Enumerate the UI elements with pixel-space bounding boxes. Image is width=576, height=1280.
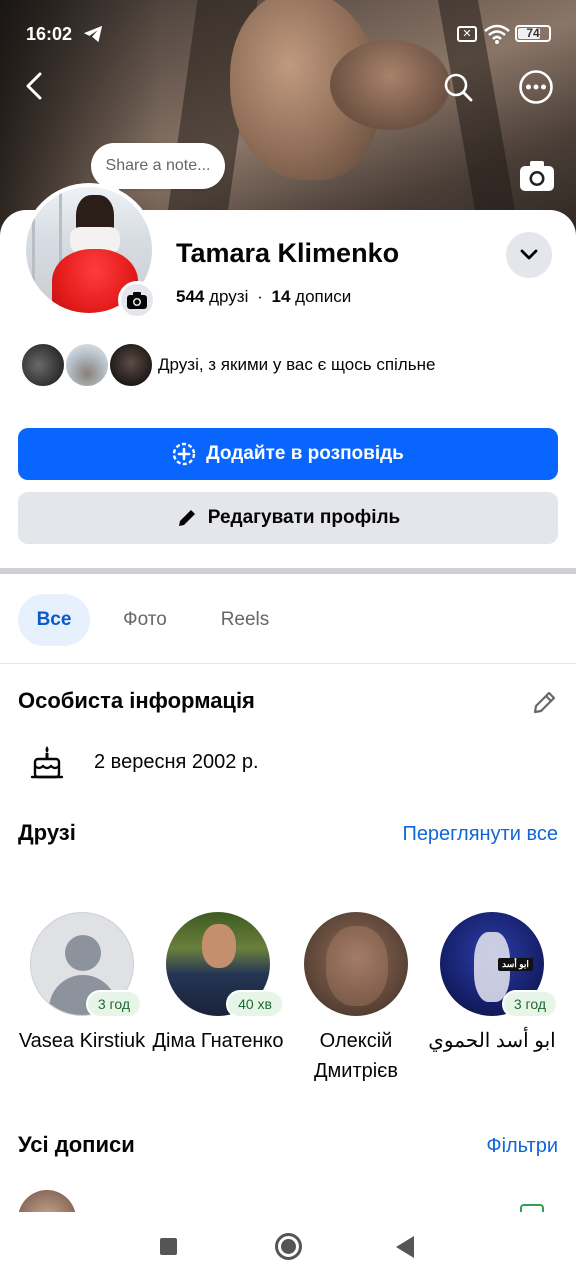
search-icon: [444, 73, 473, 102]
filters-link[interactable]: Фільтри: [440, 1132, 558, 1161]
camera-icon: [127, 291, 147, 309]
tab-photos-label: Фото: [123, 609, 167, 630]
profile-expand-button[interactable]: [506, 232, 552, 278]
share-note-bubble[interactable]: Share a note...: [91, 143, 225, 189]
friends-title: Друзі: [18, 820, 76, 845]
edit-info-button[interactable]: [522, 681, 566, 725]
add-story-icon: [172, 442, 196, 466]
status-bar: 16:02 ✕ 74: [0, 18, 576, 52]
battery-icon: 74: [515, 25, 551, 42]
avatar-text-badge: ابو أسد: [498, 958, 533, 971]
see-all-friends-link[interactable]: Переглянути все: [398, 820, 558, 849]
avatar-placeholder: [65, 935, 101, 971]
add-to-story-label: Додайте в розповідь: [206, 443, 404, 464]
telegram-icon: [83, 25, 103, 43]
edit-cover-button[interactable]: [515, 154, 559, 198]
tab-photos[interactable]: Фото: [104, 594, 186, 646]
friends-label[interactable]: друзі: [209, 287, 248, 306]
profile-counts: 544 друзі · 14 дописи: [176, 287, 351, 307]
profile-name: Tamara Klimenko: [176, 238, 400, 268]
mutual-friend-avatar: [64, 342, 110, 388]
mutual-friends-row[interactable]: Друзі, з якими у вас є щось спільне: [20, 342, 560, 390]
status-time: 16:02: [26, 24, 73, 44]
personal-info-title: Особиста інформація: [18, 688, 255, 713]
friends-grid: 3 год Vasea Kirstiuk 40 хв Діма Гнатенко…: [0, 912, 576, 1092]
profile-tabs: Все Фото Reels: [0, 574, 576, 664]
mutual-friend-avatar: [108, 342, 154, 388]
avatar-decor: [202, 924, 236, 968]
friend-card[interactable]: Олексій Дмитрієв: [288, 912, 424, 1086]
back-system-button[interactable]: [396, 1236, 414, 1258]
camera-icon: [520, 161, 554, 191]
mutual-friends-text: Друзі, з якими у вас є щось спільне: [158, 355, 436, 374]
friend-card[interactable]: ابو أسد 3 год ابو أسد الحموي: [424, 912, 560, 1056]
friend-name: Діма Гнатенко: [152, 1030, 284, 1052]
mutual-friend-avatar: [20, 342, 66, 388]
pencil-icon: [533, 691, 556, 714]
home-button[interactable]: [275, 1233, 302, 1260]
friend-name: ابو أسد الحموي: [428, 1030, 556, 1052]
birthday-cake-icon: [30, 746, 64, 779]
chevron-down-icon: [520, 249, 538, 260]
birthday-text: 2 вересня 2002 р.: [94, 751, 259, 773]
cover-decor: [330, 40, 450, 130]
friend-name: Олексій Дмитрієв: [313, 1030, 399, 1082]
friend-name: Vasea Kirstiuk: [18, 1030, 146, 1052]
more-button[interactable]: [514, 65, 558, 109]
search-button[interactable]: [436, 65, 480, 109]
wifi-icon: [484, 24, 510, 44]
tab-reels[interactable]: Reels: [204, 594, 286, 646]
more-dots-icon: [519, 70, 553, 104]
edit-profile-button[interactable]: Редагувати профіль: [18, 492, 558, 544]
add-to-story-button[interactable]: Додайте в розповідь: [18, 428, 558, 480]
tab-reels-label: Reels: [220, 609, 270, 630]
pencil-icon: [178, 510, 195, 526]
tab-all-label: Все: [36, 609, 72, 630]
counts-separator: ·: [257, 287, 263, 306]
battery-percent: 74: [526, 26, 540, 40]
post-composer-icon[interactable]: [520, 1204, 544, 1212]
friends-count[interactable]: 544: [176, 287, 204, 306]
back-button[interactable]: [12, 64, 56, 108]
recents-button[interactable]: [160, 1238, 177, 1255]
system-navigation-bar: [0, 1212, 576, 1280]
tab-all[interactable]: Все: [18, 594, 90, 646]
friend-card[interactable]: 3 год Vasea Kirstiuk: [14, 912, 150, 1056]
friend-card[interactable]: 40 хв Діма Гнатенко: [150, 912, 286, 1056]
all-posts-title: Усі дописи: [18, 1132, 135, 1157]
friend-active-badge: 3 год: [501, 990, 558, 1018]
no-sim-icon: ✕: [457, 26, 477, 42]
share-note-placeholder: Share a note...: [105, 157, 211, 174]
posts-label: дописи: [295, 287, 352, 306]
edit-profile-label: Редагувати профіль: [207, 507, 401, 528]
post-author-avatar[interactable]: [18, 1190, 76, 1212]
friend-active-badge: 40 хв: [226, 990, 284, 1018]
friend-avatar: [304, 912, 408, 1016]
edit-avatar-button[interactable]: [118, 281, 156, 319]
chevron-left-icon: [26, 72, 42, 100]
posts-count: 14: [271, 287, 291, 306]
avatar-decor: [326, 926, 388, 1006]
friend-active-badge: 3 год: [85, 990, 142, 1018]
